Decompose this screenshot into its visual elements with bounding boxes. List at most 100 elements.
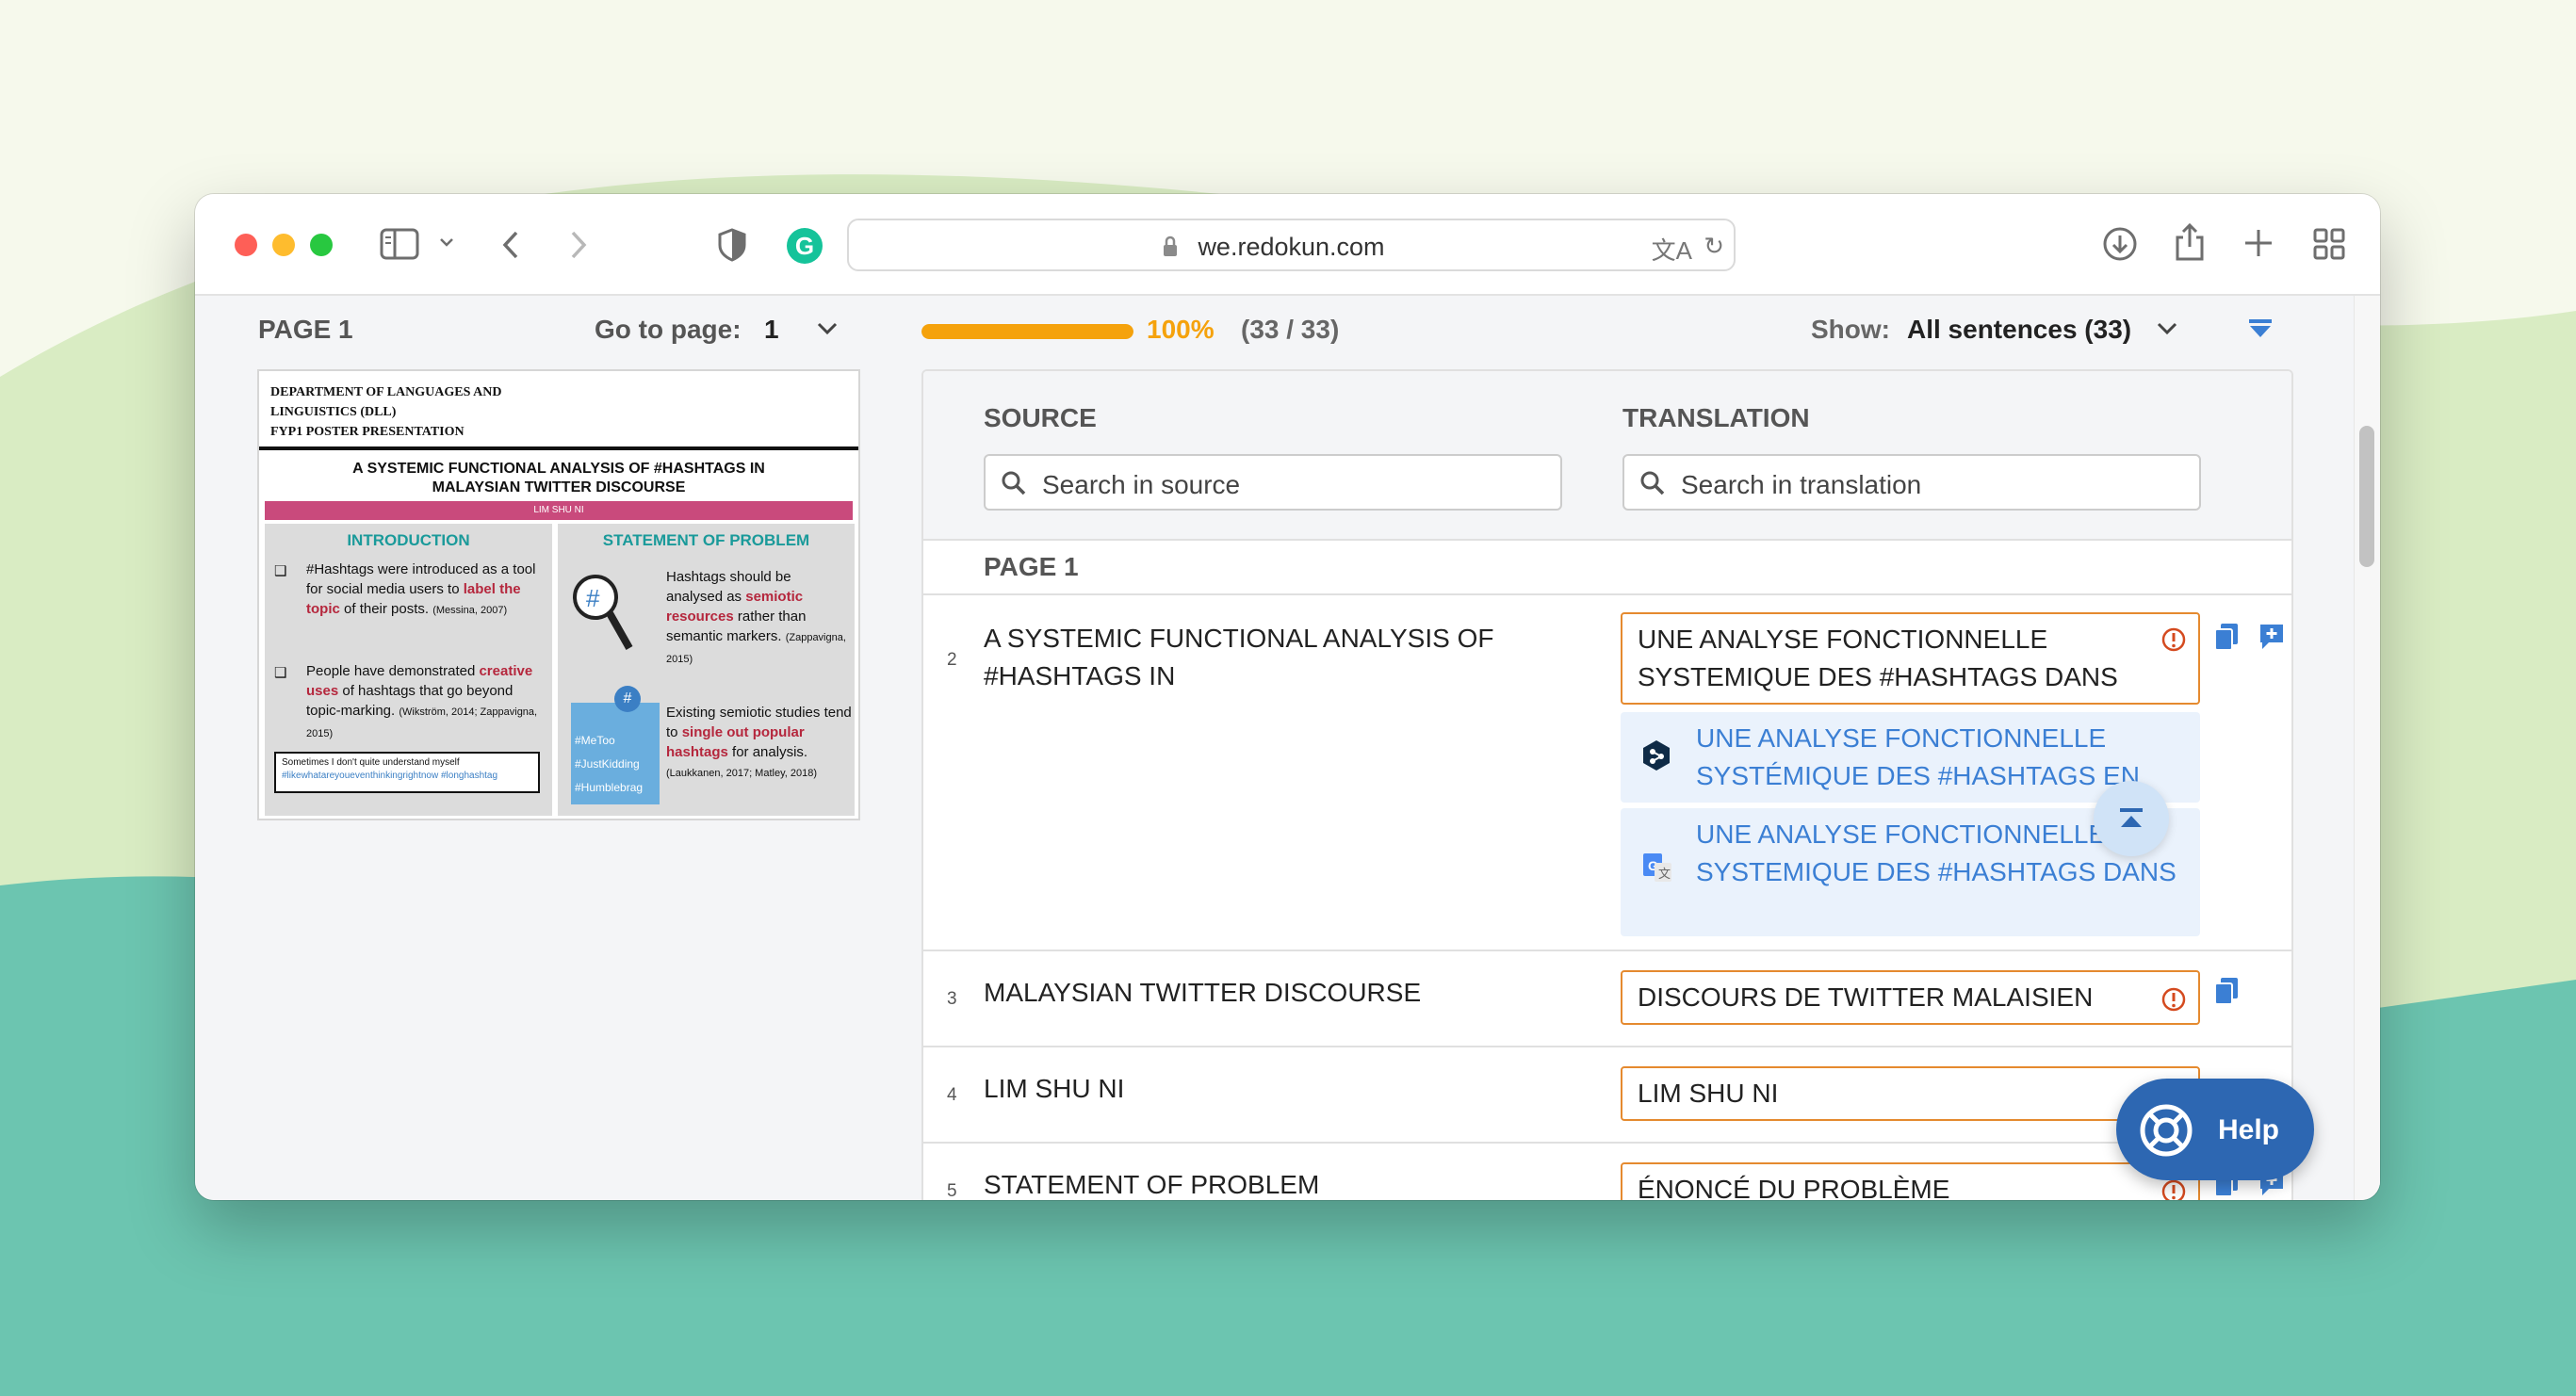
warning-icon[interactable] [2160,985,2187,1023]
poster-intro-point: #Hashtags were introduced as a tool for … [306,561,536,617]
close-window-button[interactable] [235,234,257,256]
poster-dept-line: LINGUISTICS (DLL) [270,405,397,419]
poster-author: LIM SHU NI [265,501,853,520]
editor-content: PAGE 1 Go to page: 1 100% (33 / 33) Show… [195,296,2380,1200]
google-translate-icon: G文 [1641,852,1673,894]
progress-percent: 100% [1147,315,1215,344]
checkbox-icon: ❑ [274,563,287,579]
poster-tweet-example: Sometimes I don't quite understand mysel… [274,752,540,793]
chevron-down-icon[interactable] [815,315,840,348]
source-text: STATEMENT OF PROBLEM [984,1170,1320,1199]
show-filter-label: Show: [1811,315,1890,344]
goto-page-select[interactable]: 1 [764,315,779,345]
new-tab-plus-icon[interactable] [2243,228,2274,258]
search-icon [1001,470,1027,501]
row-number: 3 [947,989,957,1009]
poster-hashtag: #MeToo [575,734,615,747]
scrollbar-thumb[interactable] [2359,426,2374,567]
table-row: 5 STATEMENT OF PROBLEM ÉNONCÉ DU PROBLÈM… [923,1145,2291,1200]
translation-input[interactable]: DISCOURS DE TWITTER MALAISIEN [1621,970,2200,1025]
chevron-down-icon[interactable] [438,235,455,249]
minimize-window-button[interactable] [272,234,295,256]
help-button[interactable]: Help [2116,1079,2314,1180]
chevron-down-icon[interactable] [2155,315,2179,348]
poster-intro-point: People have demonstrated creative uses o… [306,663,538,739]
poster-hashtag: #JustKidding [575,757,640,771]
deepl-icon [1641,739,1671,783]
tab-overview-icon[interactable] [2313,228,2345,260]
page-indicator: PAGE 1 [258,315,353,344]
poster-problem-point: Existing semiotic studies tend to single… [666,705,852,779]
scrollbar[interactable] [2354,296,2380,1200]
warning-icon[interactable] [2160,625,2187,663]
translate-icon[interactable]: 文A [1652,232,1692,267]
zoom-window-button[interactable] [310,234,333,256]
magnifier-icon: # [569,571,635,660]
warning-icon[interactable] [2160,1177,2187,1200]
svg-text:#: # [586,584,600,612]
page-section-row: PAGE 1 [923,543,2291,595]
back-arrow-icon[interactable] [500,230,521,260]
address-bar[interactable]: we.redokun.com 文A ↻ [847,219,1736,271]
browser-window: G we.redokun.com 文A ↻ PAGE 1 Go to page:… [195,194,2380,1200]
poster-dept-line: FYP1 POSTER PRESENTATION [270,425,465,439]
translation-table: SOURCE TRANSLATION Search in source Sear… [921,369,2293,1200]
translation-text: ÉNONCÉ DU PROBLÈME [1638,1175,1950,1200]
search-placeholder: Search in source [1042,470,1241,499]
source-text: A SYSTEMIC FUNCTIONAL ANALYSIS OF #HASHT… [984,624,1494,690]
source-column-title: SOURCE [984,403,1097,432]
table-row: 4 LIM SHU NI LIM SHU NI [923,1049,2291,1144]
poster-tweet-tags: #likewhatareyoueventhinkingrightnow #lon… [282,771,498,781]
show-filter-select[interactable]: All sentences (33) [1907,315,2131,345]
row-number: 5 [947,1181,957,1200]
suggestion-text: UNE ANALYSE FONCTIONNELLE SYSTÉMIQUE DES… [1696,723,2140,790]
sidebar-toggle-icon[interactable] [380,228,419,260]
table-header: SOURCE TRANSLATION Search in source Sear… [923,371,2291,541]
privacy-shield-icon[interactable] [717,228,747,262]
translation-text: UNE ANALYSE FONCTIONNELLE SYSTEMIQUE DES… [1638,625,2118,691]
document-preview[interactable]: DEPARTMENT OF LANGUAGES AND LINGUISTICS … [257,369,860,820]
poster-title: A SYSTEMIC FUNCTIONAL ANALYSIS OF #HASHT… [259,460,858,497]
progress-bar [921,324,1133,339]
lifebuoy-icon [2140,1104,2193,1157]
translation-column-title: TRANSLATION [1622,403,1810,432]
row-number: 4 [947,1085,957,1105]
svg-text:文: 文 [1658,867,1671,881]
copy-source-icon[interactable] [2212,976,2241,1011]
translation-input[interactable]: LIM SHU NI [1621,1066,2200,1121]
checkbox-icon: ❑ [274,665,287,681]
page-section-label: PAGE 1 [984,552,1079,581]
poster-dept-line: DEPARTMENT OF LANGUAGES AND [270,385,502,399]
poster-title-line: A SYSTEMIC FUNCTIONAL ANALYSIS OF #HASHT… [352,461,765,477]
poster-hashtag: #Humblebrag [575,781,644,794]
translation-input[interactable]: UNE ANALYSE FONCTIONNELLE SYSTEMIQUE DES… [1621,612,2200,705]
reload-icon[interactable]: ↻ [1704,232,1724,261]
hashtag-bubble-icon: # [614,686,641,712]
source-text: LIM SHU NI [984,1074,1125,1103]
url-text: we.redokun.com [1198,233,1385,261]
source-search-input[interactable]: Search in source [984,454,1562,511]
translation-input[interactable]: ÉNONCÉ DU PROBLÈME [1621,1162,2200,1200]
add-comment-icon[interactable] [2258,622,2286,657]
translation-text: DISCOURS DE TWITTER MALAISIEN [1638,982,2094,1012]
search-placeholder: Search in translation [1681,470,1922,499]
translation-text: LIM SHU NI [1638,1079,1779,1108]
forward-arrow-icon[interactable] [568,230,589,260]
poster-statement-of-problem: STATEMENT OF PROBLEM # Hashtags should b… [558,524,855,816]
hashtag-phone-graphic: #MeToo #JustKidding #Humblebrag [571,703,660,804]
row-number: 2 [947,650,957,670]
table-row: 2 A SYSTEMIC FUNCTIONAL ANALYSIS OF #HAS… [923,597,2291,951]
poster-problem-heading: STATEMENT OF PROBLEM [602,531,810,549]
help-label: Help [2218,1114,2280,1145]
goto-page-label: Go to page: [595,315,742,344]
translation-search-input[interactable]: Search in translation [1622,454,2201,511]
poster-intro-heading: INTRODUCTION [347,531,470,549]
poster-divider [259,446,858,450]
back-to-top-button[interactable] [2094,781,2169,856]
grammarly-extension-icon[interactable]: G [787,228,823,264]
copy-source-icon[interactable] [2212,622,2241,657]
collapse-panel-icon[interactable] [2247,318,2274,344]
download-icon[interactable] [2102,226,2138,262]
share-icon[interactable] [2174,222,2206,262]
poster-title-line: MALAYSIAN TWITTER DISCOURSE [432,479,686,495]
